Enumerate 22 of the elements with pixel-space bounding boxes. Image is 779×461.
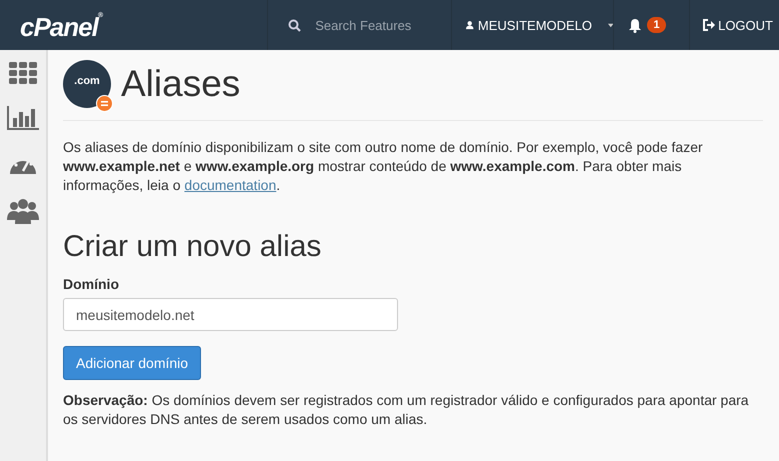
bell-icon xyxy=(628,18,642,32)
logo[interactable]: cPanel$^{®}$ xyxy=(0,0,268,50)
documentation-link[interactable]: documentation xyxy=(184,177,276,193)
add-domain-button[interactable]: Adicionar domínio xyxy=(63,346,202,380)
search-icon xyxy=(288,18,302,32)
description: Os aliases de domínio disponibilizam o site com outro nome de domínio. Por exemplo, você pode fazer www.example.net e www.example.org mostrar conteúdo de www.example.com. Para obter mais informações, leia o documentation. xyxy=(63,138,704,195)
grid-icon[interactable] xyxy=(9,62,37,84)
note-text: Observação: Os domínios devem ser registrados com um registrador válido e configurados para apontar para os servidores DNS antes de serem usados como um alias. xyxy=(63,391,750,429)
search-field[interactable]: Search Features xyxy=(313,16,438,34)
user-icon xyxy=(466,19,474,31)
caret-icon xyxy=(608,22,614,28)
logout-button[interactable]: LOGOUT xyxy=(690,0,779,50)
page-title: Aliases xyxy=(121,63,240,105)
section-heading: Criar um novo alias xyxy=(63,230,322,264)
notification-badge: 1 xyxy=(647,17,666,33)
domain-input[interactable]: meusitemodelo.net xyxy=(63,298,398,331)
notifications-button[interactable]: 1 xyxy=(614,0,690,50)
field-label: Domínio xyxy=(63,276,120,292)
user-menu[interactable]: MEUSITEMODELO xyxy=(452,0,614,50)
logout-icon xyxy=(702,19,716,31)
bar-chart-icon[interactable] xyxy=(7,106,39,130)
users-icon[interactable] xyxy=(7,198,39,224)
